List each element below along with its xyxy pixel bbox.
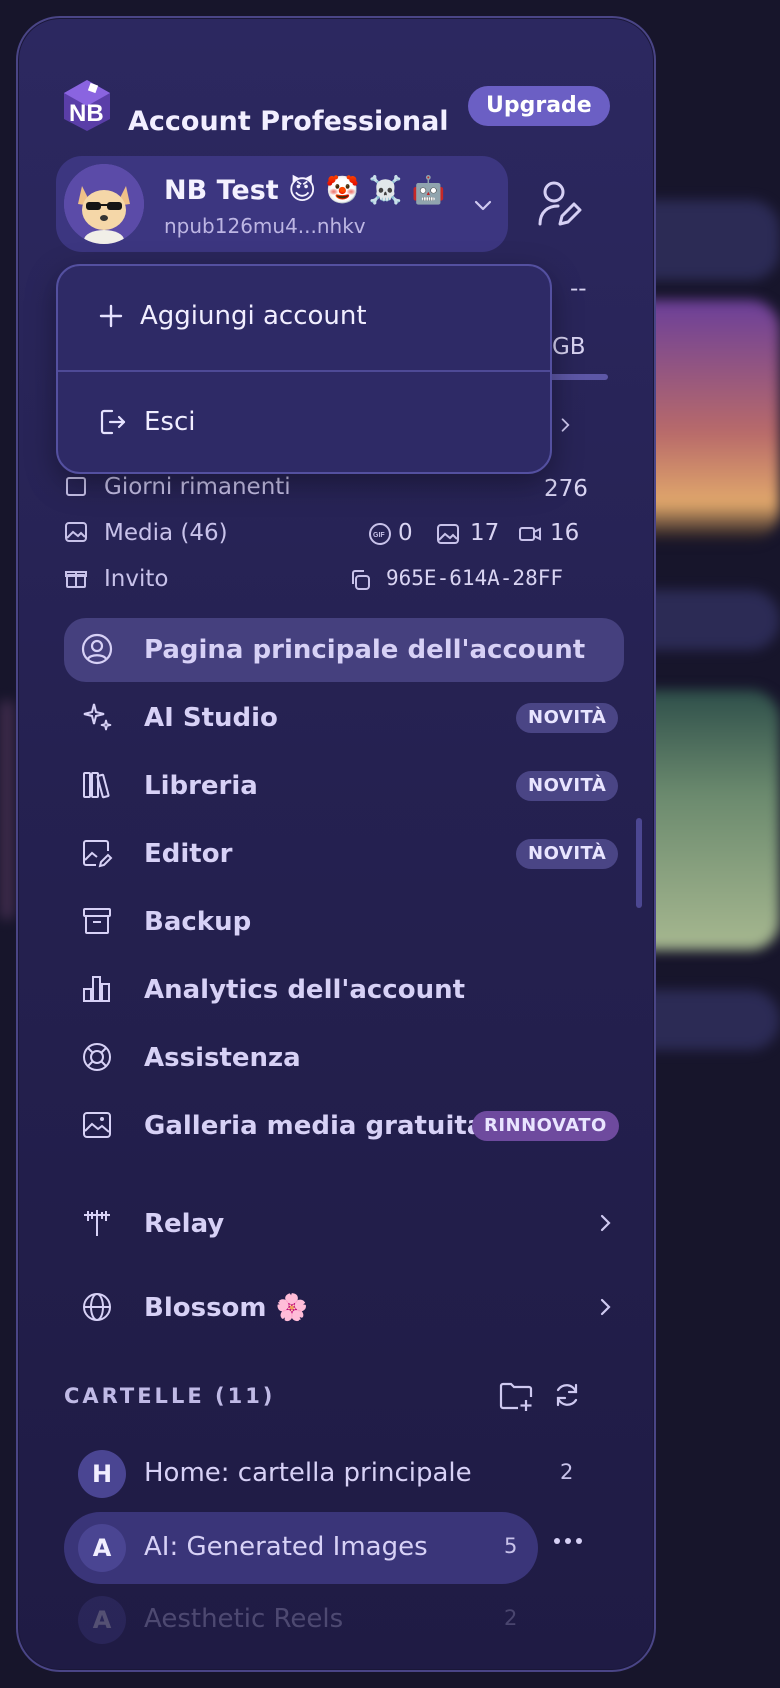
gallery-icon [83,1112,111,1138]
page-title: Account Professional [128,106,449,137]
copy-icon[interactable] [348,568,372,592]
gif-count: 0 [398,520,413,546]
new-badge: NOVITÀ [516,839,619,869]
invite-code[interactable]: 965E-614A-28FF [386,566,563,590]
user-edit-icon[interactable] [536,178,582,230]
calendar-icon [66,477,86,496]
nav-item-editor[interactable]: Editor [144,834,232,874]
image-count: 17 [470,520,500,546]
video-icon [519,527,541,541]
chevron-right-icon[interactable] [594,1212,616,1234]
library-icon [83,772,110,799]
avatar [64,164,144,244]
folders-section-title: CARTELLE (11) [64,1384,276,1408]
logout-item[interactable]: Esci [58,372,550,472]
image-edit-icon [83,840,113,868]
more-options-icon[interactable] [552,1536,584,1546]
user-circle-icon [81,633,113,665]
new-folder-icon[interactable] [498,1378,534,1412]
folder-item-aesthetic-reels[interactable]: A Aesthetic Reels 2 [64,1596,604,1644]
nav-item-free-gallery[interactable]: Galleria media gratuita [144,1106,484,1146]
nav-label-account-home: Pagina principale dell'account [144,635,586,665]
folder-label: Home: cartella principale [144,1458,472,1488]
media-label: Media (46) [104,520,228,546]
chevron-right-icon[interactable] [594,1296,616,1318]
nav-item-ai-studio[interactable]: AI Studio [144,698,278,738]
account-menu-panel: NB Account Professional Upgrade NB Test … [16,16,656,1672]
image-count-icon [437,524,459,544]
relay-antenna-icon [84,1210,110,1236]
logout-label: Esci [144,407,196,437]
dog-avatar-icon [64,164,144,244]
account-name: NB Test 😈 🤡 ☠️ 🤖 [164,175,446,206]
days-remaining-value: 276 [544,476,588,502]
folder-count: 2 [504,1606,518,1630]
nav-item-blossom[interactable]: Blossom 🌸 [144,1288,308,1328]
nav-item-backup[interactable]: Backup [144,902,251,942]
stat-value: -- [570,276,587,302]
bar-chart-icon [83,976,110,1002]
nav-item-analytics[interactable]: Analytics dell'account [144,970,465,1010]
gift-icon [65,571,87,588]
new-badge: NOVITÀ [516,703,619,733]
folder-count: 5 [504,1534,518,1558]
chevron-right-icon[interactable] [556,416,574,434]
sparkles-icon [83,703,112,731]
logout-icon [100,409,126,435]
invite-label: Invito [104,566,169,592]
refresh-icon[interactable] [552,1380,582,1410]
nav-item-support[interactable]: Assistenza [144,1038,301,1078]
account-dropdown: Aggiungi account Esci [56,264,552,474]
folder-initial: A [78,1596,126,1644]
svg-text:NB: NB [69,100,104,127]
account-npub: npub126mu4...nhkv [164,214,366,238]
folder-count: 2 [560,1460,574,1484]
folder-label: AI: Generated Images [144,1532,428,1562]
add-account-label: Aggiungi account [140,301,367,331]
folder-initial: H [78,1450,126,1498]
nav-item-relay[interactable]: Relay [144,1204,224,1244]
add-account-item[interactable]: Aggiungi account [58,266,550,366]
globe-icon [83,1293,111,1321]
plus-icon [99,304,123,328]
folder-label: Aesthetic Reels [144,1604,344,1634]
chevron-down-icon[interactable] [472,194,494,216]
scrollbar[interactable] [636,818,642,908]
archive-icon [83,908,111,934]
video-count: 16 [550,520,580,546]
new-badge: NOVITÀ [516,771,619,801]
image-icon [65,522,87,542]
gif-icon: GIF [369,523,391,545]
lifebuoy-icon [83,1043,111,1071]
renewed-badge: RINNOVATO [472,1111,619,1141]
folder-initial: A [78,1524,126,1572]
nb-logo-icon: NB [64,80,110,131]
svg-text:GIF: GIF [373,532,385,539]
nav-item-library[interactable]: Libreria [144,766,258,806]
upgrade-button[interactable]: Upgrade [468,86,610,126]
background-blur [0,700,14,920]
days-remaining-label: Giorni rimanenti [104,474,291,500]
